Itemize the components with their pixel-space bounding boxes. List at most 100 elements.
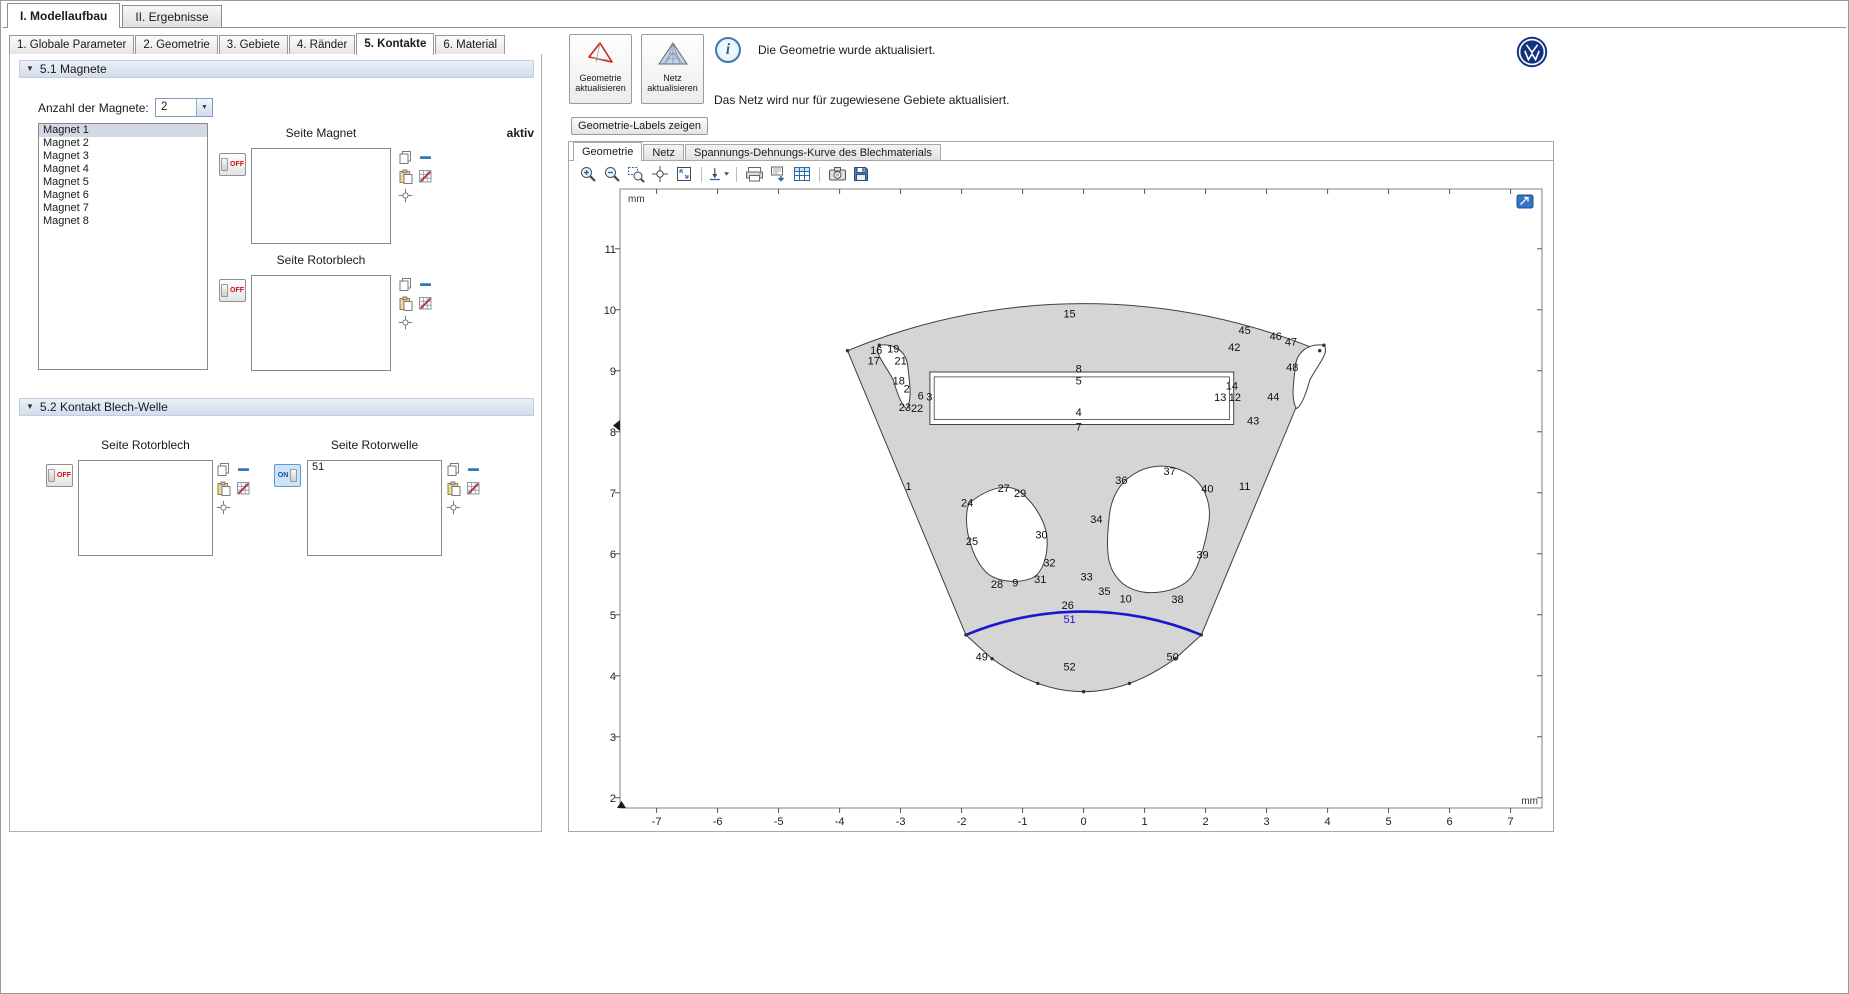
copy-icon[interactable]: [215, 461, 231, 477]
contact-rotorblech-list[interactable]: [78, 460, 213, 556]
snapshot-icon[interactable]: [826, 164, 848, 184]
paste-icon[interactable]: [397, 295, 413, 311]
contact-rotorwelle-toggle[interactable]: ON: [274, 464, 301, 487]
seite-magnet-toggle[interactable]: OFF: [219, 153, 246, 176]
toggle-knob: [290, 469, 297, 482]
section-contact-header[interactable]: ▼ 5.2 Kontakt Blech-Welle: [19, 398, 534, 416]
view-tab[interactable]: Spannungs-Dehnungs-Kurve des Blechmateri…: [685, 144, 941, 161]
plot-label: 5: [610, 610, 616, 622]
magnet-list-item[interactable]: Magnet 3: [39, 150, 207, 163]
plot-canvas[interactable]: -7-6-5-4-3-2-101234567234567891011mmmm15…: [602, 187, 1550, 832]
plot-label: mm: [1521, 796, 1538, 807]
zoom-in-icon[interactable]: [577, 164, 599, 184]
left-tab[interactable]: 3. Gebiete: [219, 35, 288, 55]
magnet-list-item[interactable]: Magnet 6: [39, 189, 207, 202]
plot-label: 30: [1035, 529, 1047, 541]
evaluate-table-icon[interactable]: [791, 164, 813, 184]
zoom-to-selection-icon[interactable]: [397, 187, 413, 203]
magnet-list-item[interactable]: Magnet 7: [39, 202, 207, 215]
print-icon[interactable]: [743, 164, 765, 184]
paste-icon[interactable]: [445, 480, 461, 496]
zoom-out-icon[interactable]: [601, 164, 623, 184]
remove-icon[interactable]: [465, 461, 481, 477]
remove-icon[interactable]: [235, 461, 251, 477]
left-panel: ▼ 5.1 Magnete Anzahl der Magnete: 2 ▼ Ma…: [9, 54, 542, 832]
magnet-slot-outer: [930, 372, 1234, 425]
rotorwelle-list[interactable]: 51: [307, 460, 442, 556]
magnet-list-item[interactable]: Magnet 8: [39, 215, 207, 228]
chevron-down-icon: ▼: [196, 99, 212, 116]
plot-label: 21: [894, 356, 906, 368]
zoom-box-icon[interactable]: [625, 164, 647, 184]
left-tab[interactable]: 2. Geometrie: [135, 35, 217, 55]
update-geometry-label: Geometrie aktualisieren: [570, 73, 631, 94]
info-note: Das Netz wird nur für zugewiesene Gebiet…: [714, 93, 1009, 107]
plot-label: 6: [610, 549, 616, 561]
contact-rotorblech-label: Seite Rotorblech: [78, 438, 213, 452]
geometry-build-icon: [586, 41, 616, 69]
plot-label: 8: [610, 427, 616, 439]
magnet-list-item[interactable]: Magnet 2: [39, 137, 207, 150]
section-contact-title: 5.2 Kontakt Blech-Welle: [40, 400, 168, 414]
zoom-extents-icon[interactable]: [649, 164, 671, 184]
plot-label: 29: [1014, 488, 1026, 500]
copy-icon[interactable]: [445, 461, 461, 477]
plot-label: mm: [628, 194, 645, 205]
toggle-knob: [48, 469, 55, 482]
left-tab[interactable]: 4. Ränder: [289, 35, 356, 55]
copy-icon[interactable]: [397, 276, 413, 292]
paste-icon[interactable]: [397, 168, 413, 184]
update-mesh-button[interactable]: Netz aktualisieren: [641, 34, 704, 104]
plot-label: 3: [926, 392, 932, 404]
clear-selection-icon[interactable]: [235, 480, 251, 496]
section-magnets-header[interactable]: ▼ 5.1 Magnete: [19, 60, 534, 78]
magnet-count-select[interactable]: 2 ▼: [155, 98, 213, 117]
axis-orientation-icon[interactable]: [708, 164, 730, 184]
clear-selection-icon[interactable]: [417, 295, 433, 311]
save-image-icon[interactable]: [850, 164, 872, 184]
left-tab-bar: 1. Globale Parameter2. Geometrie3. Gebie…: [9, 33, 506, 55]
paste-icon[interactable]: [215, 480, 231, 496]
view-tab[interactable]: Geometrie: [573, 142, 642, 161]
list-item[interactable]: 51: [308, 461, 441, 474]
plot-label: 5: [1076, 376, 1082, 388]
contact-rotorblech-toggle[interactable]: OFF: [46, 464, 73, 487]
plot-label: 52: [1063, 662, 1075, 674]
plot-label: 9: [610, 366, 616, 378]
left-tab[interactable]: 1. Globale Parameter: [9, 35, 134, 55]
view-tab[interactable]: Netz: [643, 144, 684, 161]
plot-label: 17: [868, 356, 880, 368]
zoom-to-selection-icon[interactable]: [215, 499, 231, 515]
magnet-list-item[interactable]: Magnet 1: [39, 124, 207, 137]
magnet-list-item[interactable]: Magnet 4: [39, 163, 207, 176]
export-image-icon[interactable]: [767, 164, 789, 184]
window-tab[interactable]: I. Modellaufbau: [7, 3, 120, 28]
show-geometry-labels-button[interactable]: Geometrie-Labels zeigen: [571, 117, 708, 135]
seite-magnet-list[interactable]: [251, 148, 391, 244]
clear-selection-icon[interactable]: [465, 480, 481, 496]
zoom-to-selection-icon[interactable]: [445, 499, 461, 515]
application-window: I. ModellaufbauII. Ergebnisse 1. Globale…: [0, 0, 1849, 994]
remove-icon[interactable]: [417, 149, 433, 165]
window-tab[interactable]: II. Ergebnisse: [122, 5, 221, 28]
seite-rotorblech-list[interactable]: [251, 275, 391, 371]
plot-label: 4: [610, 671, 616, 683]
fit-view-icon[interactable]: [673, 164, 695, 184]
left-tab[interactable]: 5. Kontakte: [356, 33, 434, 55]
zoom-to-selection-icon[interactable]: [397, 314, 413, 330]
plot-window-icon[interactable]: [1517, 195, 1533, 208]
magnet-list[interactable]: Magnet 1Magnet 2Magnet 3Magnet 4Magnet 5…: [38, 123, 208, 370]
magnet-list-item[interactable]: Magnet 5: [39, 176, 207, 189]
update-geometry-button[interactable]: Geometrie aktualisieren: [569, 34, 632, 104]
plot-label: 7: [1076, 421, 1082, 433]
plot-label: 25: [966, 536, 978, 548]
plot-label: 38: [1171, 594, 1183, 606]
plot-label: -6: [713, 816, 723, 828]
seite-rotorblech-tools: [397, 276, 437, 330]
plot-label: -4: [835, 816, 845, 828]
left-tab[interactable]: 6. Material: [435, 35, 505, 55]
remove-icon[interactable]: [417, 276, 433, 292]
copy-icon[interactable]: [397, 149, 413, 165]
clear-selection-icon[interactable]: [417, 168, 433, 184]
seite-rotorblech-toggle[interactable]: OFF: [219, 279, 246, 302]
